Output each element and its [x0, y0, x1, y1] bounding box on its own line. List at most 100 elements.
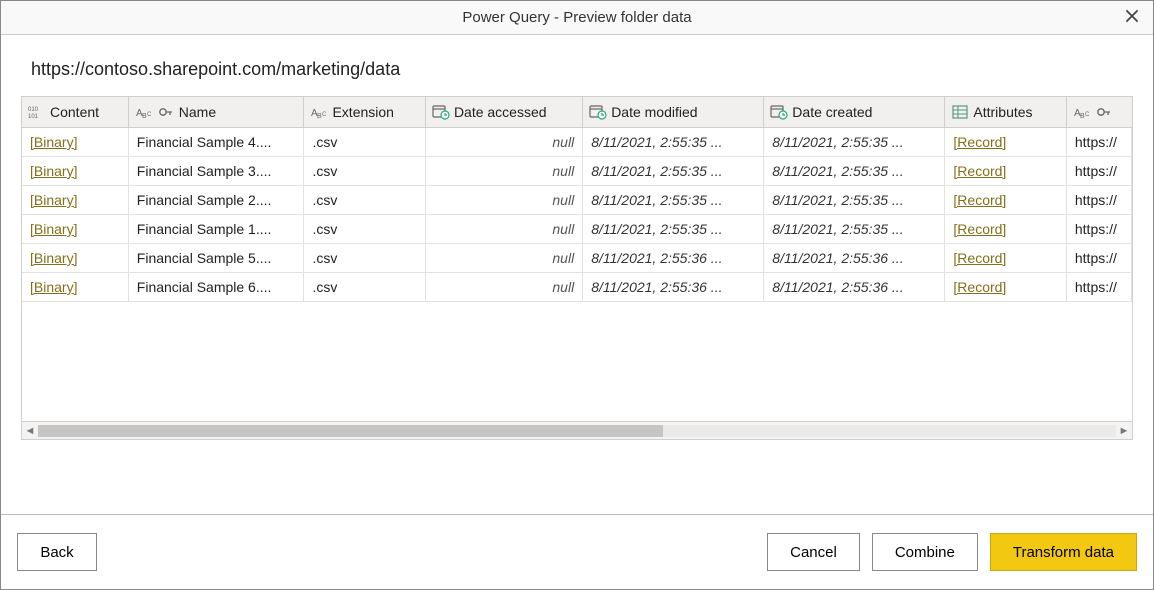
- cell-date-modified: 8/11/2021, 2:55:35 ...: [583, 215, 764, 244]
- column-header-date-created-label: Date created: [792, 104, 872, 120]
- scroll-track[interactable]: [38, 425, 1116, 437]
- column-header-content-label: Content: [50, 104, 99, 120]
- cell-date-modified: 8/11/2021, 2:55:35 ...: [583, 157, 764, 186]
- text-type-icon: ABC: [1073, 103, 1091, 121]
- svg-text:C: C: [1085, 112, 1090, 118]
- key-icon: [1095, 103, 1113, 121]
- table-row[interactable]: [Binary]Financial Sample 4.....csvnull8/…: [22, 128, 1132, 157]
- cell-date-accessed: null: [425, 273, 582, 302]
- transform-data-button[interactable]: Transform data: [990, 533, 1137, 571]
- binary-link[interactable]: [Binary]: [30, 279, 77, 295]
- cancel-button[interactable]: Cancel: [767, 533, 860, 571]
- record-link[interactable]: [Record]: [953, 192, 1006, 208]
- scroll-thumb[interactable]: [38, 425, 663, 437]
- column-header-date-modified-label: Date modified: [611, 104, 697, 120]
- cell-folder-path: https://: [1066, 186, 1131, 215]
- close-button[interactable]: [1123, 7, 1141, 25]
- column-header-attributes[interactable]: Attributes: [945, 97, 1066, 128]
- cell-date-accessed: null: [425, 244, 582, 273]
- column-header-name-label: Name: [179, 104, 216, 120]
- cell-name: Financial Sample 1....: [128, 215, 304, 244]
- cell-attributes: [Record]: [945, 244, 1066, 273]
- column-header-date-modified[interactable]: Date modified: [583, 97, 764, 128]
- grid-scroll[interactable]: 010101 Content ABC: [22, 97, 1132, 421]
- cell-attributes: [Record]: [945, 157, 1066, 186]
- datetime-type-icon: [770, 103, 788, 121]
- column-header-date-accessed[interactable]: Date accessed: [425, 97, 582, 128]
- cell-date-created: 8/11/2021, 2:55:36 ...: [764, 244, 945, 273]
- cell-extension: .csv: [304, 244, 425, 273]
- column-header-folder-path[interactable]: ABC: [1066, 97, 1131, 128]
- record-link[interactable]: [Record]: [953, 163, 1006, 179]
- cell-date-created: 8/11/2021, 2:55:35 ...: [764, 128, 945, 157]
- horizontal-scrollbar[interactable]: ◄ ►: [22, 421, 1132, 439]
- binary-link[interactable]: [Binary]: [30, 134, 77, 150]
- scroll-left-arrow[interactable]: ◄: [22, 425, 38, 437]
- cell-folder-path: https://: [1066, 157, 1131, 186]
- cell-content: [Binary]: [22, 215, 128, 244]
- cell-attributes: [Record]: [945, 128, 1066, 157]
- cell-date-created: 8/11/2021, 2:55:35 ...: [764, 157, 945, 186]
- cell-date-modified: 8/11/2021, 2:55:36 ...: [583, 273, 764, 302]
- cell-attributes: [Record]: [945, 215, 1066, 244]
- table-row[interactable]: [Binary]Financial Sample 1.....csvnull8/…: [22, 215, 1132, 244]
- cell-date-accessed: null: [425, 215, 582, 244]
- table-row[interactable]: [Binary]Financial Sample 2.....csvnull8/…: [22, 186, 1132, 215]
- column-header-date-accessed-label: Date accessed: [454, 104, 547, 120]
- text-type-icon: ABC: [310, 103, 328, 121]
- window-title: Power Query - Preview folder data: [462, 9, 691, 26]
- cell-folder-path: https://: [1066, 273, 1131, 302]
- preview-table: 010101 Content ABC: [22, 97, 1132, 302]
- datetime-type-icon: [589, 103, 607, 121]
- column-header-attributes-label: Attributes: [973, 104, 1032, 120]
- svg-text:101: 101: [28, 114, 39, 119]
- record-link[interactable]: [Record]: [953, 134, 1006, 150]
- title-bar: Power Query - Preview folder data: [1, 1, 1153, 35]
- column-header-extension-label: Extension: [332, 104, 393, 120]
- cell-name: Financial Sample 3....: [128, 157, 304, 186]
- cell-extension: .csv: [304, 157, 425, 186]
- cell-folder-path: https://: [1066, 244, 1131, 273]
- scroll-right-arrow[interactable]: ►: [1116, 425, 1132, 437]
- preview-table-container: 010101 Content ABC: [21, 96, 1133, 440]
- dialog-body: https://contoso.sharepoint.com/marketing…: [1, 35, 1153, 514]
- table-row[interactable]: [Binary]Financial Sample 5.....csvnull8/…: [22, 244, 1132, 273]
- binary-link[interactable]: [Binary]: [30, 221, 77, 237]
- cell-folder-path: https://: [1066, 215, 1131, 244]
- record-link[interactable]: [Record]: [953, 279, 1006, 295]
- back-button[interactable]: Back: [17, 533, 97, 571]
- binary-link[interactable]: [Binary]: [30, 163, 77, 179]
- null-value: null: [434, 163, 574, 179]
- datetime-type-icon: [432, 103, 450, 121]
- table-row[interactable]: [Binary]Financial Sample 6.....csvnull8/…: [22, 273, 1132, 302]
- close-icon: [1123, 7, 1141, 25]
- cell-content: [Binary]: [22, 273, 128, 302]
- cell-date-accessed: null: [425, 157, 582, 186]
- column-header-date-created[interactable]: Date created: [764, 97, 945, 128]
- cell-date-created: 8/11/2021, 2:55:36 ...: [764, 273, 945, 302]
- cell-extension: .csv: [304, 128, 425, 157]
- column-header-name[interactable]: ABC Name: [128, 97, 304, 128]
- source-url: https://contoso.sharepoint.com/marketing…: [31, 59, 1133, 80]
- binary-link[interactable]: [Binary]: [30, 192, 77, 208]
- record-link[interactable]: [Record]: [953, 250, 1006, 266]
- record-link[interactable]: [Record]: [953, 221, 1006, 237]
- dialog-window: Power Query - Preview folder data https:…: [0, 0, 1154, 590]
- binary-link[interactable]: [Binary]: [30, 250, 77, 266]
- cell-date-modified: 8/11/2021, 2:55:36 ...: [583, 244, 764, 273]
- cell-date-modified: 8/11/2021, 2:55:35 ...: [583, 186, 764, 215]
- table-row[interactable]: [Binary] Financial Sample 3.....csv null 8/…: [22, 157, 1132, 186]
- key-icon: [157, 103, 175, 121]
- binary-type-icon: 010101: [28, 103, 46, 121]
- combine-button[interactable]: Combine: [872, 533, 978, 571]
- null-value: null: [434, 221, 574, 237]
- column-header-extension[interactable]: ABC Extension: [304, 97, 425, 128]
- column-header-content[interactable]: 010101 Content: [22, 97, 128, 128]
- null-value: null: [434, 192, 574, 208]
- cell-content: [Binary]: [22, 128, 128, 157]
- null-value: null: [434, 279, 574, 295]
- cell-attributes: [Record]: [945, 273, 1066, 302]
- text-type-icon: ABC: [135, 103, 153, 121]
- cell-name: Financial Sample 2....: [128, 186, 304, 215]
- null-value: null: [434, 134, 574, 150]
